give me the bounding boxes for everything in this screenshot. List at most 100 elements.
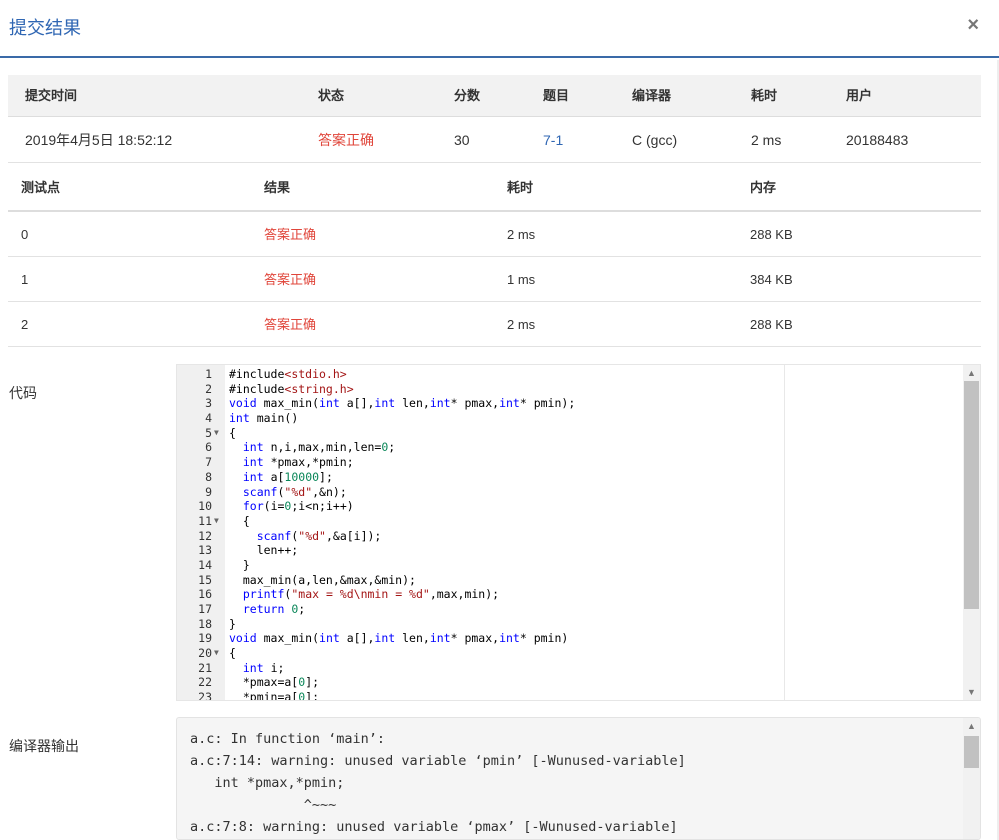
fold-arrow-icon[interactable]: ▼ (214, 646, 224, 661)
table-row: 2 答案正确 2 ms 288 KB (8, 302, 981, 347)
code-text: int i; (242, 660, 285, 675)
summary-header-row: 提交时间 状态 分数 题目 编译器 耗时 用户 (8, 75, 981, 117)
header-score: 分数 (454, 88, 481, 103)
code-text: #include<stdio.h> (229, 367, 347, 381)
line-number: 7 (205, 455, 212, 470)
code-text: int main() (229, 411, 299, 426)
output-line: a.c:7:14: warning: unused variable ‘pmin… (190, 753, 686, 769)
code-text: void max_min(int a[],int len,int* pmax,i… (229, 631, 569, 646)
code-line: 10 for(i=0;i<n;i++) (177, 499, 980, 514)
status-badge: 答案正确 (318, 132, 374, 148)
line-number: 10 (198, 499, 212, 514)
code-line: 18} (177, 617, 980, 632)
code-line: 9 scanf("%d",&n); (177, 485, 980, 500)
close-icon[interactable]: × (967, 14, 979, 36)
chevron-up-icon[interactable]: ▲ (963, 365, 980, 381)
code-scroll-thumb[interactable] (964, 381, 979, 609)
code-text: scanf("%d",&n); (242, 484, 347, 499)
code-text: { (229, 513, 250, 528)
code-scrollbar[interactable]: ▲ ▼ (963, 365, 980, 700)
line-number: 5 (205, 425, 212, 440)
problem-link[interactable]: 7-1 (543, 117, 563, 163)
code-text: } (229, 557, 250, 572)
code-line: 6 int n,i,max,min,len=0; (177, 440, 980, 455)
test-id: 2 (21, 317, 29, 332)
test-result: 答案正确 (264, 317, 317, 332)
code-line: 4 int main() (177, 411, 980, 426)
code-line: 7 int *pmax,*pmin; (177, 455, 980, 470)
test-result: 答案正确 (264, 272, 317, 287)
code-line: 1 #include<stdio.h> (177, 367, 980, 382)
output-scrollbar[interactable]: ▲ (963, 718, 980, 839)
line-number: 2 (205, 381, 212, 396)
line-number: 4 (205, 411, 212, 426)
table-row: 0 答案正确 2 ms 288 KB (8, 212, 981, 257)
submission-summary-table: 提交时间 状态 分数 题目 编译器 耗时 用户 2019年4月5日 18:52:… (8, 75, 981, 163)
code-line: 11 ▼ { (177, 514, 980, 529)
code-label: 代码 (9, 385, 37, 401)
output-scroll-thumb[interactable] (964, 736, 979, 768)
fold-arrow-icon[interactable]: ▼ (214, 426, 224, 441)
line-number: 12 (198, 528, 212, 543)
header-elapsed: 耗时 (751, 88, 778, 103)
test-memory: 384 KB (750, 272, 793, 287)
test-memory: 288 KB (750, 227, 793, 242)
code-line: 2 #include<string.h> (177, 382, 980, 397)
code-text: int *pmax,*pmin; (242, 455, 354, 470)
header-test-time: 耗时 (507, 180, 534, 195)
line-number: 20 (198, 646, 212, 661)
code-line: 15 max_min(a,len,&max,&min); (177, 573, 980, 588)
code-line: 5 ▼ { (177, 426, 980, 441)
compiler-output-text: a.c: In function ‘main’: a.c:7:14: warnin… (190, 728, 686, 838)
score: 30 (454, 132, 470, 148)
code-text: { (229, 425, 236, 440)
code-text: for(i=0;i<n;i++) (242, 499, 354, 514)
code-line: 19 void max_min(int a[],int len,int* pmax… (177, 631, 980, 646)
output-line: a.c: In function ‘main’: (190, 731, 386, 747)
compiler-name: C (gcc) (632, 132, 678, 148)
header-memory: 内存 (750, 180, 777, 195)
test-id: 1 (21, 272, 29, 287)
code-text: { (229, 646, 236, 661)
test-memory: 288 KB (750, 317, 793, 332)
code-text: int n,i,max,min,len=0; (242, 440, 396, 455)
line-number: 13 (198, 543, 212, 558)
test-cases-table: 测试点 结果 耗时 内存 0 答案正确 2 ms 288 KB 1 答案正确 1… (8, 164, 981, 347)
line-number: 17 (198, 602, 212, 616)
code-text: void max_min(int a[],int len,int* pmax,i… (229, 396, 576, 411)
line-number: 19 (198, 631, 212, 646)
header-result: 结果 (264, 180, 291, 195)
code-line: 17 return 0; (177, 602, 980, 617)
code-text: scanf("%d",&a[i]); (256, 528, 382, 543)
chevron-up-icon[interactable]: ▲ (963, 718, 980, 734)
code-text: int a[10000]; (242, 469, 333, 484)
line-number: 18 (198, 616, 212, 631)
output-line: a.c:7:8: warning: unused variable ‘pmax’… (190, 819, 678, 835)
code-text: *pmin=a[0]; (229, 690, 320, 701)
chevron-down-icon[interactable]: ▼ (963, 684, 980, 700)
code-editor[interactable]: 1 #include<stdio.h> 2 #include<string.h> 3 vo… (176, 364, 981, 701)
test-time: 2 ms (507, 317, 536, 332)
line-number: 15 (198, 572, 212, 587)
code-text: max_min(a,len,&max,&min); (229, 572, 416, 587)
test-time: 2 ms (507, 227, 536, 242)
table-row: 1 答案正确 1 ms 384 KB (8, 257, 981, 302)
header-status: 状态 (318, 88, 345, 103)
code-text: printf("max = %d\nmin = %d",max,min); (242, 587, 500, 602)
code-text: *pmax=a[0]; (229, 675, 320, 690)
header-compiler: 编译器 (632, 88, 672, 103)
code-line: 21 int i; (177, 661, 980, 676)
tests-header-row: 测试点 结果 耗时 内存 (8, 164, 981, 212)
output-line: ^~~~ (190, 797, 337, 813)
code-line: 8 int a[10000]; (177, 470, 980, 485)
elapsed-time: 2 ms (751, 132, 782, 148)
line-number: 14 (198, 557, 212, 572)
line-number: 3 (205, 396, 212, 411)
code-line: 13 len++; (177, 543, 980, 558)
summary-row: 2019年4月5日 18:52:12 答案正确 30 7-1 C (gcc) 2… (8, 117, 981, 163)
compiler-output-box[interactable]: a.c: In function ‘main’: a.c:7:14: warnin… (176, 717, 981, 840)
fold-arrow-icon[interactable]: ▼ (214, 514, 224, 529)
code-text: #include<string.h> (229, 381, 354, 396)
code-line: 16 printf("max = %d\nmin = %d",max,min); (177, 587, 980, 602)
line-number: 11 (198, 513, 212, 528)
